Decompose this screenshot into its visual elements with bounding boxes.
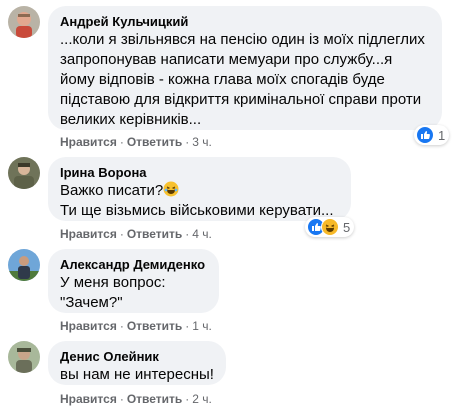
reaction-count: 1 xyxy=(438,127,446,143)
comment-timestamp[interactable]: 2 ч. xyxy=(192,392,212,406)
comment-author[interactable]: Денис Олейник xyxy=(60,349,214,365)
comment-author[interactable]: Александр Демиденко xyxy=(60,257,207,273)
reply-button[interactable]: Ответить xyxy=(127,319,182,333)
like-button[interactable]: Нравится xyxy=(60,392,117,406)
like-button[interactable]: Нравится xyxy=(60,227,117,241)
avatar-photo-icon xyxy=(8,341,40,373)
separator: · xyxy=(119,319,124,333)
like-reaction-icon xyxy=(416,126,434,144)
avatar[interactable] xyxy=(8,157,40,189)
avatar-photo-icon xyxy=(8,157,40,189)
comment-actions: Нравится · Ответить · 4 ч. xyxy=(60,226,212,242)
reply-button[interactable]: Ответить xyxy=(127,135,182,149)
separator: · xyxy=(185,227,190,241)
comment-text: У меня вопрос: "Зачем?" xyxy=(60,274,166,311)
comment-bubble: Андрей Кульчицкий ...коли я звільнявся н… xyxy=(48,6,442,130)
comment-text: вы нам не интересны! xyxy=(60,366,214,383)
avatar[interactable] xyxy=(8,341,40,373)
comment-text-line: Ти ще візьмись військовими керувати... xyxy=(60,202,334,219)
avatar-photo-icon xyxy=(8,249,40,281)
reply-button[interactable]: Ответить xyxy=(127,227,182,241)
comment-actions: Нравится · Ответить · 2 ч. xyxy=(60,391,212,407)
comment-timestamp[interactable]: 3 ч. xyxy=(192,135,212,149)
separator: · xyxy=(119,392,124,406)
like-button[interactable]: Нравится xyxy=(60,135,117,149)
comment-text: ...коли я звільнявся на пенсію один із м… xyxy=(60,31,425,128)
comment-author[interactable]: Андрей Кульчицкий xyxy=(60,14,430,30)
reaction-count: 5 xyxy=(343,219,351,235)
comment-text-line: Важко писати? xyxy=(60,182,164,199)
separator: · xyxy=(185,319,190,333)
laughing-emoji-icon xyxy=(163,181,179,197)
avatar-photo-icon xyxy=(8,6,40,38)
comment-bubble: Денис Олейник вы нам не интересны! xyxy=(48,341,226,385)
reply-button[interactable]: Ответить xyxy=(127,392,182,406)
comment-timestamp[interactable]: 4 ч. xyxy=(192,227,212,241)
comment-actions: Нравится · Ответить · 3 ч. xyxy=(60,134,212,150)
reaction-summary[interactable]: 5 xyxy=(305,217,355,237)
separator: · xyxy=(119,135,124,149)
separator: · xyxy=(119,227,124,241)
separator: · xyxy=(185,135,190,149)
comment-timestamp[interactable]: 1 ч. xyxy=(192,319,212,333)
comment-actions: Нравится · Ответить · 1 ч. xyxy=(60,318,212,334)
comment-bubble: Александр Демиденко У меня вопрос: "Заче… xyxy=(48,249,219,313)
separator: · xyxy=(185,392,190,406)
reaction-summary[interactable]: 1 xyxy=(414,125,450,145)
comment-text: Важко писати? Ти ще візьмись військовими… xyxy=(60,181,339,221)
comment-bubble: Ірина Ворона Важко писати? Ти ще візьмис… xyxy=(48,157,351,221)
avatar[interactable] xyxy=(8,249,40,281)
haha-reaction-icon xyxy=(321,218,339,236)
avatar[interactable] xyxy=(8,6,40,38)
like-button[interactable]: Нравится xyxy=(60,319,117,333)
comment-author[interactable]: Ірина Ворона xyxy=(60,165,339,181)
